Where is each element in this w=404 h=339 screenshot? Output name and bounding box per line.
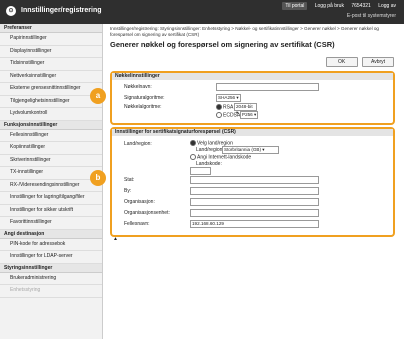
country-label: Land/region:: [124, 141, 152, 147]
org-input[interactable]: [190, 198, 319, 206]
sidebar-item[interactable]: Innstillinger for lagring/tilgang/filer: [0, 192, 102, 205]
sig-algo-value: SHA256: [218, 95, 236, 100]
select-country-radio[interactable]: [190, 140, 196, 146]
sidebar-item[interactable]: Lydvolumkontroll: [0, 108, 102, 121]
back-to-top-icon[interactable]: ▲: [113, 236, 118, 242]
cancel-button[interactable]: Avbryt: [362, 57, 394, 67]
sig-algo-select[interactable]: SHA256 ▾: [216, 94, 241, 102]
sidebar-section-title: Preferanser: [0, 24, 102, 33]
action-buttons: OK Avbryt: [323, 57, 394, 67]
sidebar-item[interactable]: Enhetsstyring: [0, 285, 102, 298]
sidebar-item[interactable]: Brukeradministrering: [0, 273, 102, 285]
breadcrumb: Innstillinger/registrering: Styringsinns…: [110, 26, 379, 37]
sidebar-item[interactable]: Displayinnstillinger: [0, 46, 102, 58]
key-name-input[interactable]: [216, 83, 319, 91]
csr-settings-box: Innstillinger for sertifikatsignaturfore…: [110, 127, 395, 237]
enter-code-label: Angi Internett-landskode: [197, 154, 252, 161]
ecdsa-label: ECDSA: [223, 112, 241, 119]
key-algo-label: Nøkkelalgoritme:: [124, 104, 162, 110]
sidebar-section-title: Angi destinasjon: [0, 229, 102, 239]
common-name-label: Fellesnavn:: [124, 221, 150, 227]
rsa-bits-select[interactable]: 2048-bit ▾: [234, 103, 257, 115]
sidebar-item[interactable]: Nettverksinnstillinger: [0, 71, 102, 83]
country-value: Storbritannia (GB): [224, 147, 262, 152]
key-settings-box: Nøkkelinnstillinger Nøkkelnavn: Signatur…: [110, 71, 395, 125]
sig-algo-label: Signaturalgoritme:: [124, 95, 165, 101]
top-bar: ⊙ Innstillinger/registrering Til portal …: [0, 0, 404, 24]
country-code-input[interactable]: [190, 167, 211, 175]
unit-label: Organisasjonsenhet:: [124, 210, 170, 216]
logoff-link[interactable]: Logg av: [378, 3, 396, 9]
common-name-input[interactable]: 192.168.60.129: [190, 220, 319, 228]
sidebar-item[interactable]: Innstillinger for sikker utskrift: [0, 205, 102, 217]
key-name-label: Nøkkelnavn:: [124, 84, 152, 90]
ecdsa-option[interactable]: ECDSA: [216, 112, 240, 118]
country-sub-label: Land/region:: [196, 147, 224, 153]
sidebar-section-title: Styringsinnstillinger: [0, 263, 102, 273]
sidebar-item[interactable]: RX-/Videresendingsinnstillinger: [0, 180, 102, 192]
ok-button[interactable]: OK: [325, 57, 358, 67]
sidebar-item[interactable]: Eksterne grensesnittinnstillinger: [0, 83, 102, 96]
sidebar: Preferanser Papirinnstillinger Displayinns…: [0, 24, 103, 339]
org-label: Organisasjon:: [124, 199, 155, 205]
sidebar-item[interactable]: Tilgjengelighetsinnstillinger: [0, 96, 102, 108]
ecdsa-curve-value: P256: [242, 112, 253, 117]
ecdsa-radio[interactable]: [216, 112, 222, 118]
sidebar-item[interactable]: Fellesinnstillinger: [0, 130, 102, 142]
rsa-bits-value: 2048-bit: [236, 104, 253, 109]
sidebar-item[interactable]: Tidsinnstillinger: [0, 58, 102, 71]
page-title: Generer nøkkel og forespørsel om signeri…: [110, 40, 335, 49]
app-logo-icon: ⊙: [6, 6, 16, 16]
sidebar-item[interactable]: Kopiinnstillinger: [0, 142, 102, 155]
badge-a: a: [90, 88, 106, 104]
rsa-label: RSA: [223, 104, 234, 111]
state-label: Stat:: [124, 177, 135, 183]
top-links: Til portal Logg på bruk 7654321 Logg av: [276, 2, 396, 10]
portal-link[interactable]: Til portal: [282, 2, 308, 10]
sidebar-section-title: Funksjonsinnstillinger: [0, 120, 102, 130]
csr-settings-header: Innstillinger for sertifikatsignaturfore…: [112, 129, 393, 136]
enter-code-option[interactable]: Angi Internett-landskode: [190, 154, 251, 160]
sidebar-item[interactable]: Papirinnstillinger: [0, 33, 102, 46]
main-content: Innstillinger/registrering: Styringsinns…: [110, 26, 398, 49]
city-input[interactable]: [190, 187, 319, 195]
sidebar-item[interactable]: Favorittinnstillinger: [0, 217, 102, 230]
app-title: Innstillinger/registrering: [21, 7, 102, 14]
enter-code-radio[interactable]: [190, 154, 196, 160]
rsa-option[interactable]: RSA: [216, 104, 233, 110]
city-label: By:: [124, 188, 132, 194]
user-id: 7654321: [351, 3, 371, 9]
unit-input[interactable]: [190, 209, 319, 217]
login-link[interactable]: Logg på bruk: [315, 3, 344, 9]
state-input[interactable]: [190, 176, 319, 184]
badge-b: b: [90, 170, 106, 186]
key-settings-header: Nøkkelinnstillinger: [112, 73, 393, 80]
sidebar-item[interactable]: Innstillinger for LDAP-server: [0, 251, 102, 264]
sidebar-item[interactable]: TX-innstillinger: [0, 167, 102, 180]
rsa-radio[interactable]: [216, 104, 222, 110]
ecdsa-curve-select[interactable]: P256 ▾: [240, 111, 258, 119]
sidebar-item[interactable]: PIN-kode for adressebok: [0, 239, 102, 251]
sidebar-item[interactable]: Skriverinnstillinger: [0, 155, 102, 167]
email-admin-link[interactable]: E-post til systemstyrer: [347, 13, 396, 19]
country-select[interactable]: Storbritannia (GB) ▾: [222, 146, 279, 154]
